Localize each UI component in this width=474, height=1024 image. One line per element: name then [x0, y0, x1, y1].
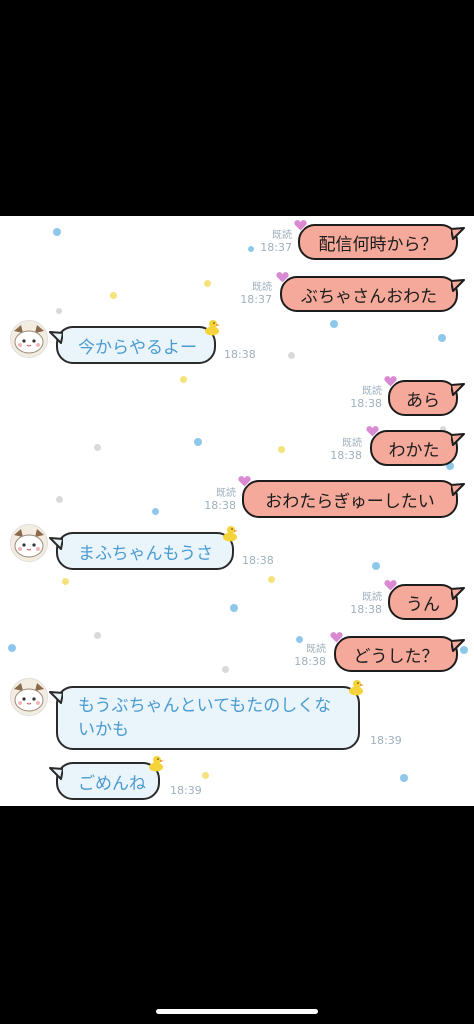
received-message-bubble[interactable]: まふちゃんもうさ	[49, 526, 238, 570]
message-text: まふちゃんもうさ	[78, 543, 213, 564]
background-dot	[400, 774, 408, 782]
background-dot	[56, 496, 63, 503]
heart-icon	[365, 425, 380, 438]
duck-icon	[223, 526, 238, 542]
background-dot	[288, 352, 295, 359]
bubble-tail	[49, 691, 63, 704]
duck-icon	[149, 756, 164, 772]
background-dot	[94, 632, 101, 639]
heart-icon	[383, 375, 398, 388]
timestamp: 18:39	[170, 784, 202, 797]
message-text-line: もうぶちゃんといてもたのしくな	[78, 696, 332, 716]
background-dot	[330, 320, 338, 328]
background-dot	[152, 508, 159, 515]
background-dot	[248, 246, 254, 252]
background-dot	[110, 292, 117, 299]
background-dot	[194, 438, 202, 446]
received-message-bubble[interactable]: 今からやるよー	[49, 320, 220, 364]
received-message-bubble[interactable]: もうぶちゃんといてもたのしくな いかも	[49, 680, 364, 750]
heart-icon	[329, 631, 344, 644]
message-meta: 既読 18:38	[350, 592, 382, 616]
message-text: あら	[406, 390, 440, 411]
background-dot	[8, 644, 16, 652]
duck-icon	[349, 680, 364, 696]
message-text: 今からやるよー	[78, 337, 197, 358]
timestamp: 18:38	[350, 397, 382, 410]
cat-avatar-icon	[11, 321, 47, 357]
heart-icon	[293, 219, 308, 232]
message-text: どうした？	[353, 646, 439, 667]
background-dot	[204, 280, 211, 287]
message-meta: 既読 18:38	[204, 488, 236, 512]
heart-icon	[275, 271, 290, 284]
background-dot	[62, 578, 69, 585]
cat-avatar[interactable]	[10, 678, 48, 716]
bubble-tail	[49, 537, 63, 550]
timestamp: 18:38	[224, 348, 256, 361]
background-dot	[202, 772, 209, 779]
timestamp: 18:39	[370, 734, 402, 747]
cat-avatar[interactable]	[10, 524, 48, 562]
background-dot	[372, 562, 380, 570]
duck-icon	[205, 320, 220, 336]
bubble-tail	[49, 767, 63, 780]
bubble-tail	[451, 639, 465, 652]
home-indicator[interactable]	[156, 1009, 318, 1014]
background-dot	[94, 444, 101, 451]
timestamp: 18:38	[350, 603, 382, 616]
sent-message-bubble[interactable]: どうした？	[329, 631, 465, 672]
sent-message-bubble[interactable]: わかた	[365, 425, 465, 466]
chat-area[interactable]: 既読 18:37 配信何時から？ 既読 18:37 ぶちゃさんおわた 今からやる…	[0, 216, 474, 806]
message-text: 配信何時から？	[318, 234, 438, 255]
bubble-tail	[451, 383, 465, 396]
background-dot	[268, 576, 275, 583]
background-dot	[222, 666, 229, 673]
sent-message-bubble[interactable]: おわたらぎゅーしたい	[237, 475, 465, 518]
timestamp: 18:38	[330, 449, 362, 462]
message-meta: 既読 18:37	[240, 282, 272, 306]
message-meta: 既読 18:38	[350, 386, 382, 410]
background-dot	[53, 228, 61, 236]
timestamp: 18:38	[204, 499, 236, 512]
timestamp: 18:38	[294, 655, 326, 668]
background-dot	[56, 308, 62, 314]
message-text: うん	[406, 594, 440, 615]
background-dot	[296, 636, 303, 643]
sent-message-bubble[interactable]: うん	[383, 579, 465, 620]
timestamp: 18:38	[242, 554, 274, 567]
sent-message-bubble[interactable]: あら	[383, 375, 465, 416]
background-dot	[180, 376, 187, 383]
heart-icon	[237, 475, 252, 488]
message-text: おわたらぎゅーしたい	[265, 491, 435, 512]
cat-avatar-icon	[11, 679, 47, 715]
message-meta: 既読 18:38	[330, 438, 362, 462]
bubble-tail	[451, 227, 465, 240]
timestamp: 18:37	[260, 241, 292, 254]
message-text: わかた	[388, 440, 440, 461]
bubble-tail	[451, 279, 465, 292]
bubble-tail	[451, 433, 465, 446]
background-dot	[278, 446, 285, 453]
received-message-bubble[interactable]: ごめんね	[49, 756, 164, 800]
cat-avatar[interactable]	[10, 320, 48, 358]
background-dot	[230, 604, 238, 612]
timestamp: 18:37	[240, 293, 272, 306]
message-text: ぶちゃさんおわた	[300, 286, 438, 307]
sent-message-bubble[interactable]: 配信何時から？	[293, 219, 465, 260]
heart-icon	[383, 579, 398, 592]
message-text-line: いかも	[78, 720, 129, 740]
cat-avatar-icon	[11, 525, 47, 561]
bubble-tail	[451, 483, 465, 496]
bubble-tail	[451, 587, 465, 600]
background-dot	[438, 334, 446, 342]
sent-message-bubble[interactable]: ぶちゃさんおわた	[275, 271, 465, 312]
message-meta: 既読 18:38	[294, 644, 326, 668]
message-meta: 既読 18:37	[260, 230, 292, 254]
message-text: ごめんね	[78, 773, 146, 794]
bubble-tail	[49, 331, 63, 344]
